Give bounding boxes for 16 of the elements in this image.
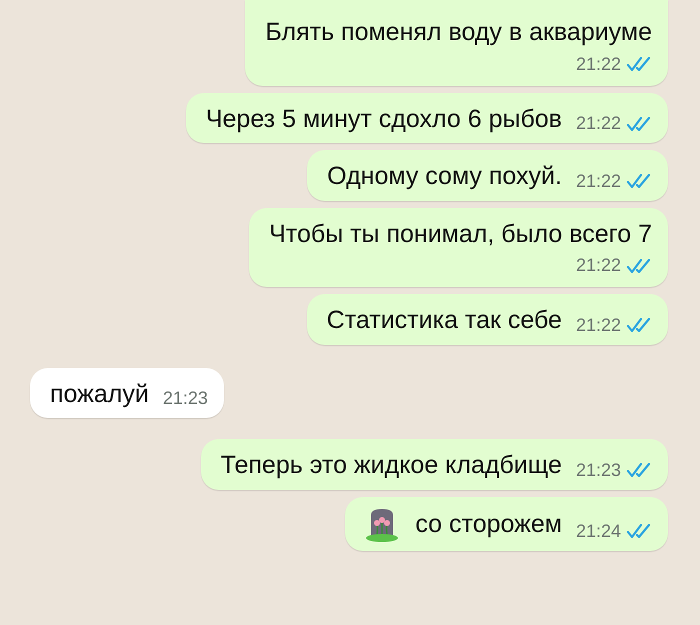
- message-text: Через 5 минут сдохло 6 рыбов: [206, 104, 562, 134]
- message-time: 21:22: [576, 254, 621, 277]
- message-text: Блять поменял воду в аквариуме: [265, 18, 652, 46]
- message-time: 21:24: [576, 520, 621, 542]
- message-time: 21:23: [162, 387, 208, 410]
- message-time: 21:22: [576, 170, 621, 192]
- message-text: пожалуй: [50, 378, 149, 410]
- message-text: Чтобы ты понимал, было всего 7: [269, 220, 652, 248]
- message-text: со сторожем: [415, 509, 562, 540]
- message-time: 21:22: [576, 52, 621, 76]
- message-text: Одному сому похуй.: [327, 161, 562, 192]
- message-text: Статистика так себе: [326, 305, 562, 336]
- message-time: 21:23: [576, 458, 621, 482]
- message-time: 21:22: [576, 112, 621, 135]
- message-time: 21:22: [576, 314, 621, 336]
- message-text: Теперь это жидкое кладбище: [220, 450, 562, 481]
